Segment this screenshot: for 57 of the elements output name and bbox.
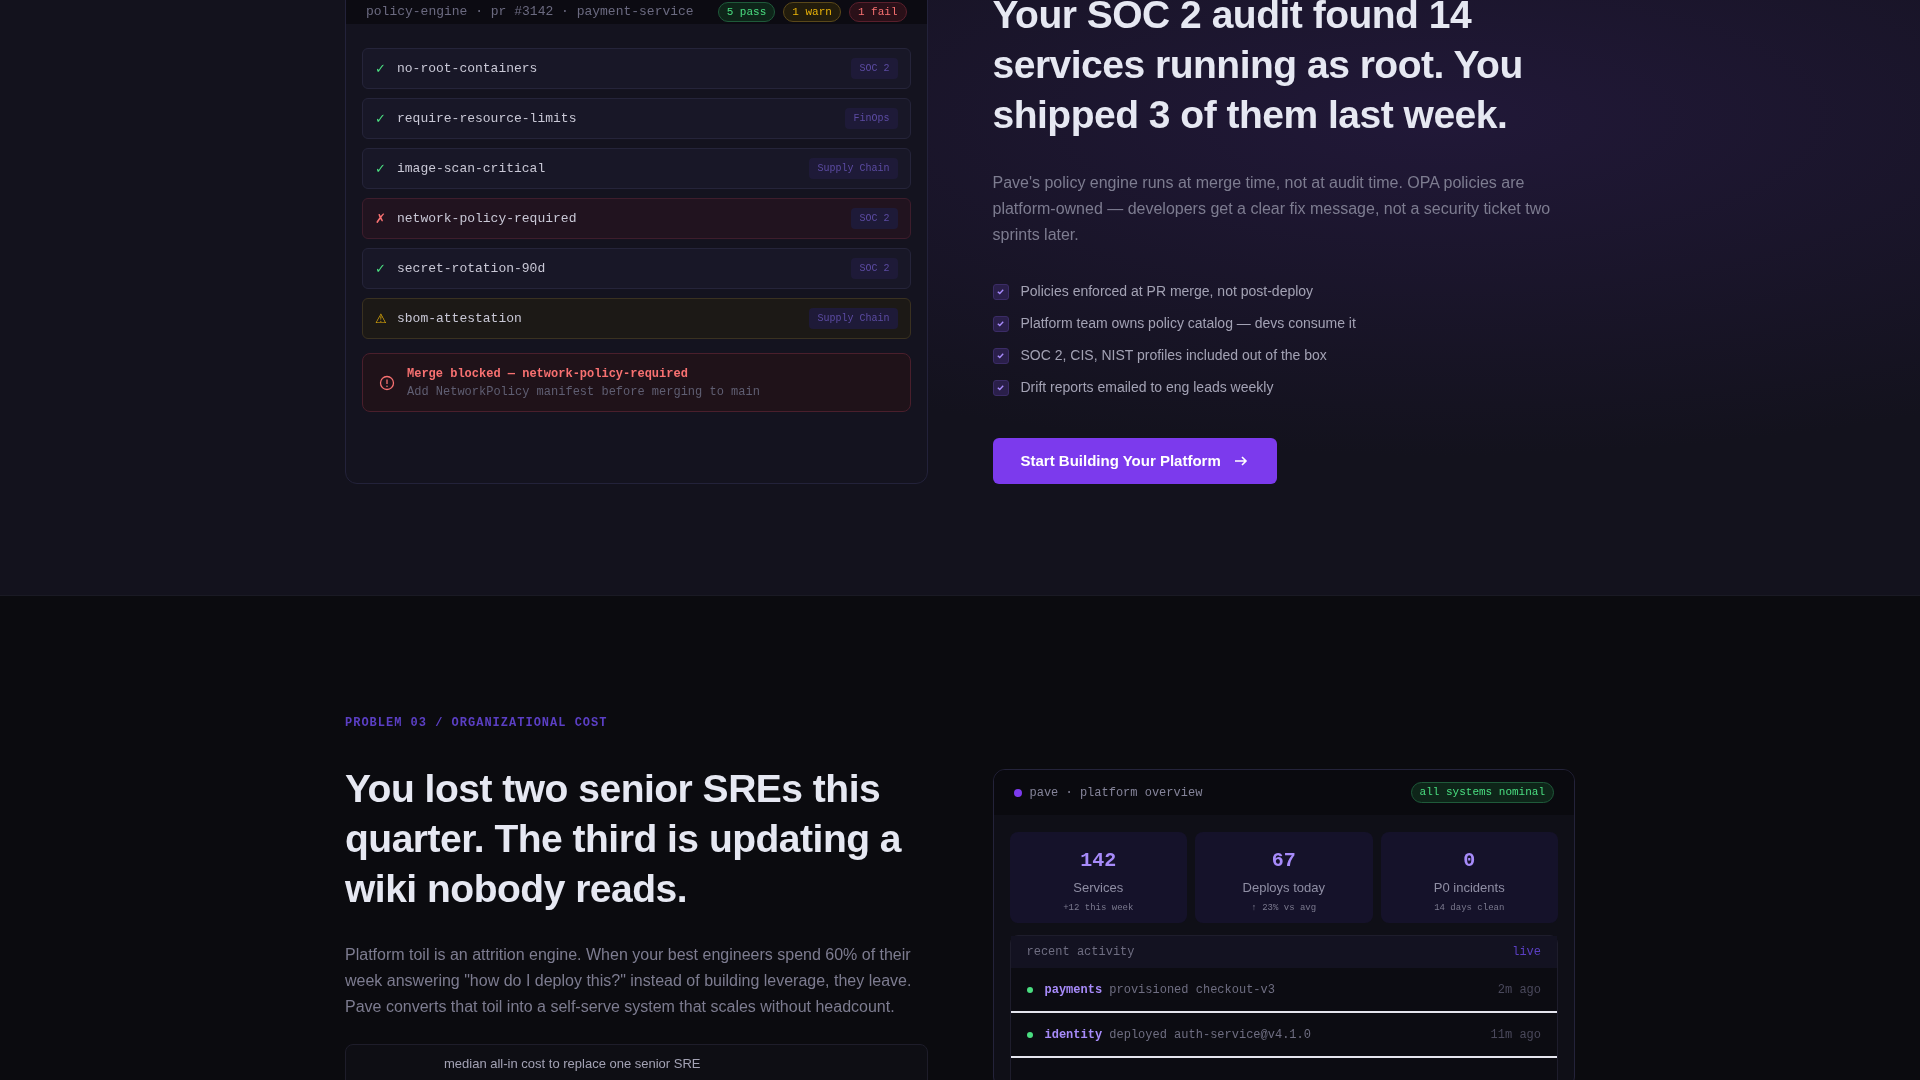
checklist-item: Drift reports emailed to eng leads weekly — [1020, 378, 1274, 397]
stat-subtext: 14 days clean — [1434, 901, 1505, 915]
stat-value: 67 — [1271, 848, 1296, 874]
cta-button[interactable]: Start Building Your Platform — [992, 438, 1277, 484]
status-icon: ✓ — [375, 258, 397, 279]
policy-tag: Supply Chain — [809, 308, 898, 329]
policy-tag: FinOps — [845, 108, 898, 129]
check-icon — [996, 319, 1005, 328]
section-body: Pave's policy engine runs at merge time, not at audit time. OPA policies are platform-owned — developers get a clear fix message, not a security ticket two sprints later. — [992, 173, 1552, 245]
status-icon: ✓ — [375, 58, 397, 79]
activity-time: 2m ago — [1497, 981, 1541, 999]
status-badge: 5 pass — [717, 1, 776, 23]
policy-tag: Supply Chain — [809, 158, 898, 179]
stat-label: P0 incidents — [1433, 879, 1505, 897]
status-icon: ✓ — [375, 158, 397, 179]
alert-detail: Add NetworkPolicy manifest before merging to main — [407, 383, 760, 401]
activity-title: recent activity — [1026, 944, 1135, 961]
policy-name: image-scan-critical — [397, 159, 546, 178]
status-badge: 1 warn — [783, 1, 841, 23]
section-body: Platform toil is an attrition engine. When your best engineers spend 60% of their week answering "how do I deploy this?" instead of building leverage, they leave. Pave converts that toil into a self-serve system that scales without headcount. — [345, 945, 913, 1017]
activity-text: payments provisioned checkout-v3 — [1044, 981, 1275, 999]
status-icon: ✓ — [375, 108, 397, 129]
status-icon: ✗ — [375, 208, 397, 229]
policy-name: sbom-attestation — [397, 309, 522, 328]
stat-subtext: +12 this week — [1063, 901, 1134, 915]
dashboard-title: pave · platform overview — [1029, 784, 1203, 802]
activity-time: 11m ago — [1490, 1026, 1541, 1044]
live-label: live — [1512, 944, 1541, 961]
check-icon — [996, 383, 1005, 392]
policy-name: secret-rotation-90d — [397, 259, 546, 278]
stat-label: Deploys today — [1242, 879, 1325, 897]
panel-title: policy-engine · pr #3142 · payment-service — [366, 3, 694, 22]
section-eyebrow: PROBLEM 03 / ORGANIZATIONAL COST — [345, 715, 609, 732]
policy-tag: SOC 2 — [851, 208, 898, 229]
checklist-item: SOC 2, CIS, NIST profiles included out of the box — [1020, 346, 1327, 365]
policy-name: require-resource-limits — [397, 109, 577, 128]
stat-subtext: ↑ 23% vs avg — [1251, 901, 1317, 915]
policy-name: network-policy-required — [397, 209, 577, 228]
activity-text: identity deployed auth-service@v4.1.0 — [1044, 1026, 1311, 1044]
section-heading: You lost two senior SREs this quarter. The third is updating a wiki nobody reads. — [345, 766, 903, 912]
checklist-item: Policies enforced at PR merge, not post-deploy — [1020, 282, 1314, 301]
status-badge: all systems nominal — [1410, 782, 1554, 803]
stat-value: 0 — [1463, 848, 1476, 874]
alert-title: Merge blocked — network-policy-required — [407, 365, 689, 383]
stat-value: 142 — [1080, 848, 1117, 874]
checklist-item: Platform team owns policy catalog — devs consume it — [1020, 314, 1356, 333]
alert-icon — [379, 374, 395, 391]
status-badge: 1 fail — [848, 1, 907, 23]
policy-tag: SOC 2 — [851, 58, 898, 79]
policy-name: no-root-containers — [397, 59, 538, 78]
section-heading: Your SOC 2 audit found 14 services running as root. You shipped 3 of them last week. — [992, 0, 1524, 138]
policy-tag: SOC 2 — [851, 258, 898, 279]
stat-caption: median all-in cost to replace one senior SRE — [444, 1056, 701, 1071]
status-icon: ⚠ — [375, 308, 397, 329]
stat-label: Services — [1073, 879, 1124, 897]
check-icon — [996, 351, 1005, 360]
check-icon — [996, 287, 1005, 296]
